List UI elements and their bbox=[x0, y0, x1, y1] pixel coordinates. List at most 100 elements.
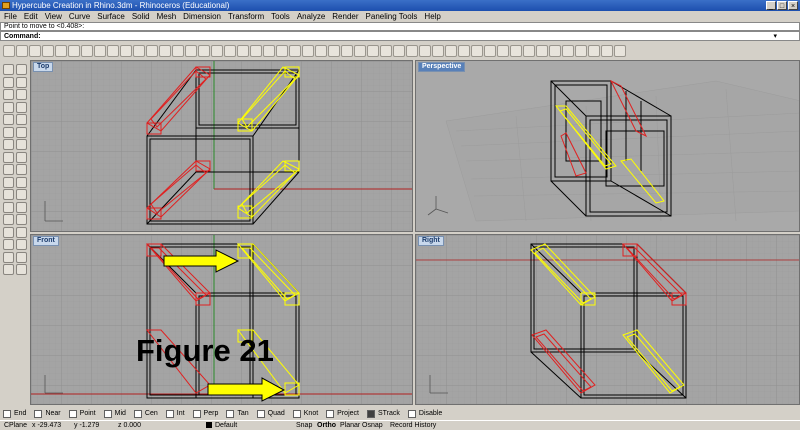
main-tool-icon[interactable] bbox=[16, 239, 27, 250]
command-dropdown-icon[interactable]: ▾ bbox=[773, 32, 777, 41]
osnap-checkbox[interactable] bbox=[34, 409, 43, 418]
status-cplane[interactable]: CPlane bbox=[4, 422, 27, 430]
toolbar-tool-icon[interactable] bbox=[354, 45, 366, 57]
osnap-checkbox[interactable] bbox=[326, 409, 335, 418]
osnap-checkbox[interactable] bbox=[256, 409, 265, 418]
toolbar-tool-icon[interactable] bbox=[94, 45, 106, 57]
osnap-checkbox[interactable] bbox=[165, 409, 174, 418]
main-tool-icon[interactable] bbox=[3, 64, 14, 75]
toolbar-tool-icon[interactable] bbox=[81, 45, 93, 57]
toolbar-tool-icon[interactable] bbox=[406, 45, 418, 57]
toolbar-tool-icon[interactable] bbox=[367, 45, 379, 57]
toolbar-tool-icon[interactable] bbox=[120, 45, 132, 57]
osnap-checkbox[interactable] bbox=[226, 409, 235, 418]
menu-paneling-tools[interactable]: Paneling Tools bbox=[366, 12, 418, 21]
main-tool-icon[interactable] bbox=[16, 114, 27, 125]
status-osnap[interactable]: Osnap bbox=[362, 422, 383, 430]
main-tool-icon[interactable] bbox=[3, 214, 14, 225]
menu-tools[interactable]: Tools bbox=[271, 12, 290, 21]
osnap-checkbox[interactable] bbox=[68, 409, 77, 418]
toolbar-tool-icon[interactable] bbox=[211, 45, 223, 57]
osnap-mid[interactable]: Mid bbox=[103, 409, 126, 418]
toolbar-tool-icon[interactable] bbox=[419, 45, 431, 57]
toolbar-tool-icon[interactable] bbox=[549, 45, 561, 57]
menu-render[interactable]: Render bbox=[332, 12, 358, 21]
toolbar-tool-icon[interactable] bbox=[198, 45, 210, 57]
osnap-checkbox[interactable] bbox=[366, 409, 375, 418]
main-tool-icon[interactable] bbox=[16, 126, 27, 138]
viewport-label-front[interactable]: Front bbox=[33, 236, 59, 246]
menu-dimension[interactable]: Dimension bbox=[183, 12, 221, 21]
osnap-checkbox[interactable] bbox=[192, 409, 201, 418]
toolbar-tool-icon[interactable] bbox=[562, 45, 574, 57]
toolbar-tool-icon[interactable] bbox=[315, 45, 327, 57]
close-button[interactable]: × bbox=[788, 1, 798, 10]
status-layer[interactable]: Default bbox=[206, 422, 237, 430]
menu-help[interactable]: Help bbox=[424, 12, 440, 21]
toolbar-tool-icon[interactable] bbox=[484, 45, 496, 57]
toolbar-tool-icon[interactable] bbox=[289, 45, 301, 57]
toolbar-tool-icon[interactable] bbox=[536, 45, 548, 57]
toolbar-tool-icon[interactable] bbox=[250, 45, 262, 57]
osnap-end[interactable]: End bbox=[3, 409, 26, 418]
toolbar-tool-icon[interactable] bbox=[29, 45, 41, 57]
menu-analyze[interactable]: Analyze bbox=[297, 12, 325, 21]
main-tool-icon[interactable] bbox=[3, 164, 14, 175]
maximize-button[interactable]: □ bbox=[777, 1, 787, 10]
osnap-project[interactable]: Project bbox=[326, 409, 359, 418]
main-tool-icon[interactable] bbox=[3, 151, 14, 163]
toolbar-tool-icon[interactable] bbox=[432, 45, 444, 57]
toolbar-tool-icon[interactable] bbox=[237, 45, 249, 57]
osnap-checkbox[interactable] bbox=[3, 409, 11, 418]
osnap-disable[interactable]: Disable bbox=[407, 409, 442, 418]
toolbar-tool-icon[interactable] bbox=[107, 45, 119, 57]
viewport-label-right[interactable]: Right bbox=[418, 236, 444, 246]
osnap-strack[interactable]: STrack bbox=[366, 409, 400, 418]
menu-solid[interactable]: Solid bbox=[132, 12, 150, 21]
toolbar-tool-icon[interactable] bbox=[445, 45, 457, 57]
osnap-int[interactable]: Int bbox=[165, 409, 185, 418]
osnap-tan[interactable]: Tan bbox=[226, 409, 249, 418]
main-tool-icon[interactable] bbox=[3, 89, 14, 100]
toolbar-tool-icon[interactable] bbox=[224, 45, 236, 57]
toolbar-tool-icon[interactable] bbox=[172, 45, 184, 57]
osnap-near[interactable]: Near bbox=[34, 409, 61, 418]
main-tool-icon[interactable] bbox=[16, 264, 27, 275]
toolbar-tool-icon[interactable] bbox=[42, 45, 54, 57]
viewport-label-top[interactable]: Top bbox=[33, 62, 54, 72]
main-tool-icon[interactable] bbox=[3, 201, 14, 213]
toolbar-tool-icon[interactable] bbox=[302, 45, 314, 57]
toolbar-tool-icon[interactable] bbox=[614, 45, 626, 57]
viewport-perspective[interactable]: Perspective bbox=[415, 60, 800, 232]
toolbar-tool-icon[interactable] bbox=[510, 45, 522, 57]
osnap-quad[interactable]: Quad bbox=[256, 409, 285, 418]
main-tool-icon[interactable] bbox=[3, 76, 14, 88]
main-tool-icon[interactable] bbox=[16, 226, 27, 238]
menu-transform[interactable]: Transform bbox=[228, 12, 264, 21]
toolbar-tool-icon[interactable] bbox=[185, 45, 197, 57]
toolbar-tool-icon[interactable] bbox=[471, 45, 483, 57]
main-tool-icon[interactable] bbox=[16, 151, 27, 163]
main-tool-icon[interactable] bbox=[3, 226, 14, 238]
toolbar-tool-icon[interactable] bbox=[55, 45, 67, 57]
toolbar-tool-icon[interactable] bbox=[575, 45, 587, 57]
osnap-perp[interactable]: Perp bbox=[192, 409, 218, 418]
main-tool-icon[interactable] bbox=[3, 189, 14, 200]
toolbar-tool-icon[interactable] bbox=[328, 45, 340, 57]
osnap-checkbox[interactable] bbox=[133, 409, 142, 418]
toolbar-tool-icon[interactable] bbox=[146, 45, 158, 57]
toolbar-tool-icon[interactable] bbox=[159, 45, 171, 57]
main-tool-icon[interactable] bbox=[3, 176, 14, 188]
toolbar-tool-icon[interactable] bbox=[523, 45, 535, 57]
toolbar-tool-icon[interactable] bbox=[263, 45, 275, 57]
status-snap[interactable]: Snap bbox=[296, 422, 312, 430]
osnap-checkbox[interactable] bbox=[407, 409, 416, 418]
status-record-history[interactable]: Record History bbox=[390, 422, 436, 430]
osnap-knot[interactable]: Knot bbox=[292, 409, 318, 418]
main-tool-icon[interactable] bbox=[16, 76, 27, 88]
main-tool-icon[interactable] bbox=[3, 239, 14, 250]
main-tool-icon[interactable] bbox=[16, 164, 27, 175]
status-ortho[interactable]: Ortho bbox=[317, 422, 336, 430]
main-tool-icon[interactable] bbox=[16, 64, 27, 75]
main-tool-icon[interactable] bbox=[16, 214, 27, 225]
